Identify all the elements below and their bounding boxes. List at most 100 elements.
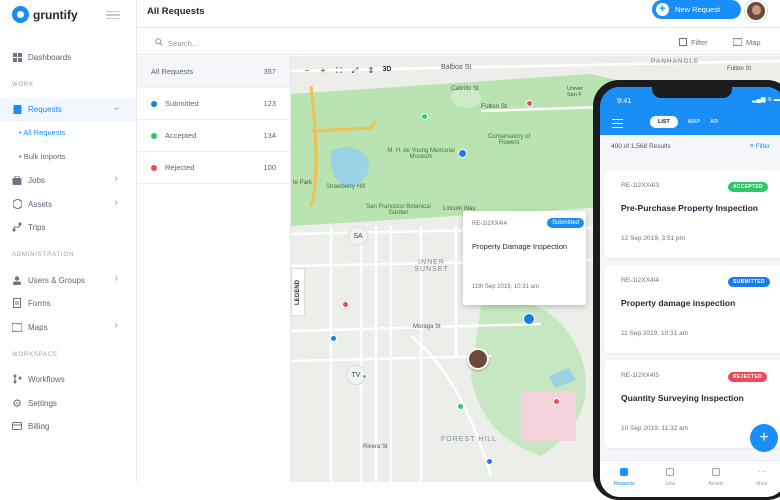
phone-time: 9:41	[617, 96, 632, 105]
map-pin-submitted[interactable]	[486, 458, 493, 465]
user-avatar[interactable]	[745, 0, 767, 22]
chevron-down-icon: ›	[110, 106, 122, 111]
tab-list[interactable]: LIST	[650, 116, 678, 128]
poi-label: Conservatory of Flowers	[487, 134, 531, 146]
sidebar-item-assets[interactable]: Assets ›	[12, 197, 122, 209]
sidebar-item-jobs[interactable]: Jobs ›	[12, 173, 122, 185]
phone-notch	[652, 87, 732, 98]
map-pin-selected[interactable]	[523, 313, 535, 325]
request-date: 12 Sep 2019, 3:51 pm	[621, 235, 685, 242]
street-label: Balboa St	[441, 64, 472, 71]
request-card[interactable]: RE-1I2XX4I3 ACCEPTED Pre-Purchase Proper…	[604, 170, 780, 258]
area-label: INNER SUNSET	[414, 259, 449, 273]
sidebar-item-requests[interactable]: Requests ›	[12, 104, 122, 114]
phone-filter-button[interactable]: ≡ Filter	[750, 143, 770, 150]
status-badge: Submitted	[547, 218, 585, 228]
status-row-submitted[interactable]: Submitted 123	[137, 88, 290, 120]
map-pin-submitted[interactable]	[458, 149, 467, 158]
sidebar-item-billing[interactable]: Billing	[12, 421, 122, 431]
tab-map[interactable]: MAP	[688, 119, 700, 125]
request-card[interactable]: RE-1I2XX4I4 SUBMITTED Property damage in…	[604, 265, 780, 353]
collapse-menu-icon[interactable]	[106, 11, 120, 19]
street-label: Fulton St	[727, 66, 752, 72]
results-count: 400 of 1,568 Results	[611, 143, 671, 150]
briefcase-icon	[12, 175, 22, 185]
app-logo[interactable]: gruntify	[12, 6, 78, 23]
sidebar-item-label: Settings	[28, 398, 57, 408]
section-administration: ADMINISTRATION	[12, 252, 75, 258]
sidebar-item-users-groups[interactable]: Users & Groups ›	[12, 273, 122, 285]
gruntify-logo-icon	[12, 6, 29, 23]
filter-button[interactable]: Filter	[679, 38, 708, 48]
map-button[interactable]: Map	[732, 37, 761, 48]
sidebar: gruntify Dashboards WORK Requests › • Al…	[0, 0, 137, 482]
sidebar-item-dashboards[interactable]: Dashboards	[12, 52, 122, 62]
request-title: Property Damage Inspection	[472, 242, 568, 251]
hamburger-menu-icon[interactable]	[612, 119, 623, 130]
sidebar-item-settings[interactable]: ⚙ Settings	[12, 397, 122, 410]
jobs-tab-icon	[666, 468, 674, 476]
dashboard-icon	[12, 52, 22, 62]
status-row-all[interactable]: All Requests 357	[137, 56, 290, 88]
phone-tab-bar: Requests Jobs Assets ··· More	[600, 460, 780, 497]
chevron-right-icon: ›	[114, 320, 118, 331]
top-bar: All Requests + New Request	[137, 0, 780, 28]
new-request-button[interactable]: + New Request	[652, 0, 741, 19]
map-pin-rejected[interactable]	[553, 398, 560, 405]
zoom-in-button[interactable]: +	[318, 66, 328, 76]
status-dot	[151, 164, 157, 171]
sidebar-subitem-all-requests[interactable]: • All Requests	[19, 128, 65, 137]
poi-label: San Francisco Botanical Garden	[366, 204, 431, 216]
poi-label: Univer San F	[567, 86, 583, 98]
section-workspace: WORKSPACE	[12, 352, 58, 358]
filter-icon	[679, 38, 687, 48]
request-title: Property damage inspection	[621, 298, 736, 308]
sidebar-item-label: Billing	[28, 421, 50, 431]
map-pin-accepted[interactable]	[362, 374, 367, 379]
fullscreen-button[interactable]: ⤢	[350, 66, 360, 76]
sidebar-item-workflows[interactable]: Workflows	[12, 374, 122, 384]
sidebar-item-maps[interactable]: Maps ›	[12, 320, 122, 332]
map-pin-accepted[interactable]	[421, 113, 428, 120]
map-pin-submitted[interactable]	[330, 335, 337, 342]
app-name: gruntify	[33, 7, 78, 22]
legend-tab[interactable]: LEGEND	[291, 268, 305, 316]
status-filter-list: All Requests 357 Submitted 123 Accepted 134…	[137, 56, 291, 482]
area-label: FOREST HILL	[441, 436, 497, 443]
map-pin-accepted[interactable]	[457, 403, 464, 410]
sidebar-item-label: Users & Groups	[28, 275, 85, 285]
street-label: Rivera St	[363, 444, 388, 450]
status-row-rejected[interactable]: Rejected 100	[137, 152, 290, 184]
request-popup[interactable]: RE-1I2XX4I4 Submitted Property Damage In…	[463, 211, 586, 305]
sidebar-subitem-bulk-imports[interactable]: • Bulk Imports	[19, 152, 65, 161]
map-cluster[interactable]: SA	[348, 226, 368, 246]
document-icon	[12, 298, 22, 308]
assets-tab-icon	[712, 468, 720, 476]
users-icon	[12, 275, 22, 285]
sidebar-item-trips[interactable]: Trips	[12, 222, 122, 232]
status-row-accepted[interactable]: Accepted 134	[137, 120, 290, 152]
sidebar-item-label: Trips	[28, 222, 46, 232]
search-input[interactable]: Search...	[155, 38, 198, 48]
map-pin-rejected[interactable]	[342, 301, 349, 308]
credit-card-icon	[12, 421, 22, 431]
request-id: RE-1I2XX4I5	[621, 372, 659, 379]
poi-label: Strawberry Hill	[326, 184, 366, 190]
tab-ar[interactable]: AR	[710, 119, 718, 125]
cube-icon	[12, 199, 22, 209]
tilt-button[interactable]: ⇕	[366, 66, 376, 76]
map-pin-rejected[interactable]	[526, 100, 533, 107]
request-id: RE-1I2XX4I4	[472, 221, 508, 227]
zoom-out-button[interactable]: −	[302, 66, 312, 76]
sidebar-item-label: Requests	[28, 104, 62, 114]
user-location-avatar[interactable]	[467, 348, 489, 370]
sidebar-item-forms[interactable]: Forms	[12, 298, 122, 308]
workflow-icon	[12, 374, 22, 384]
fit-bounds-button[interactable]: ⛶	[334, 66, 344, 76]
request-title: Pre-Purchase Property Inspection	[621, 203, 758, 213]
gear-icon: ⚙	[12, 397, 22, 410]
3d-toggle-button[interactable]: 3D	[382, 66, 392, 76]
request-date: 11 Sep 2019, 10:31 am	[621, 330, 689, 337]
add-request-fab[interactable]: +	[750, 424, 778, 452]
map-controls: − + ⛶ ⤢ ⇕ 3D	[302, 66, 392, 76]
